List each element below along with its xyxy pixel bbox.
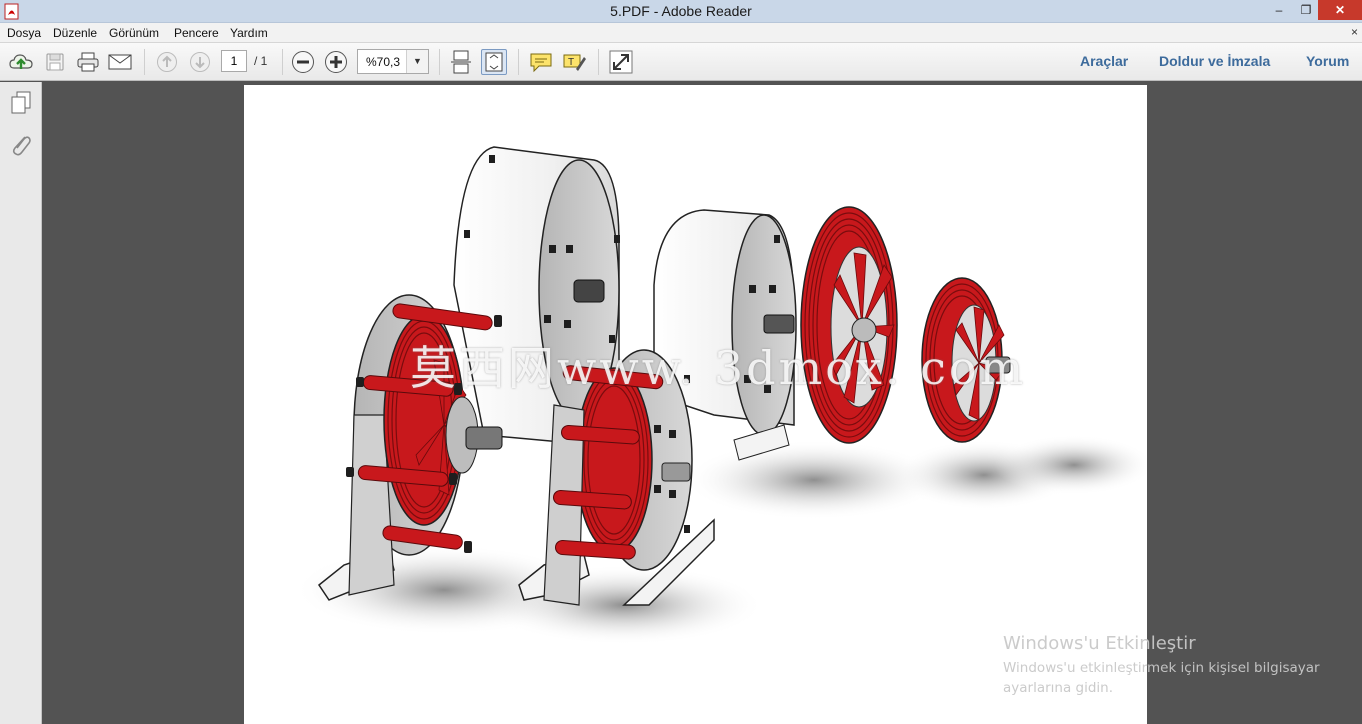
zoom-in-icon[interactable] bbox=[323, 49, 349, 75]
generator-assembly-render bbox=[294, 146, 1147, 645]
previous-page-icon[interactable] bbox=[154, 49, 180, 75]
navigation-pane bbox=[0, 82, 42, 724]
title-bar: 5.PDF - Adobe Reader ‒ ❐ ✕ bbox=[0, 0, 1362, 23]
comment-pane-link[interactable]: Yorum bbox=[1306, 53, 1349, 69]
activation-message: Windows'u etkinleştirmek için kişisel bi… bbox=[1003, 658, 1320, 698]
close-document-icon[interactable]: × bbox=[1351, 25, 1358, 39]
menu-file[interactable]: Dosya bbox=[7, 26, 41, 40]
fill-sign-pane-link[interactable]: Doldur ve İmzala bbox=[1159, 53, 1270, 69]
page-total: / 1 bbox=[254, 54, 268, 68]
zoom-value[interactable]: %70,3 bbox=[366, 55, 400, 69]
menu-window[interactable]: Pencere bbox=[174, 26, 219, 40]
tools-pane-link[interactable]: Araçlar bbox=[1080, 53, 1128, 69]
toolbar: T bbox=[0, 43, 1362, 117]
pdf-page bbox=[244, 85, 1147, 724]
attachments-icon[interactable] bbox=[8, 132, 34, 158]
email-icon[interactable] bbox=[107, 49, 133, 75]
close-button[interactable]: ✕ bbox=[1318, 0, 1362, 20]
window-title: 5.PDF - Adobe Reader bbox=[610, 3, 752, 19]
watermark-text: 莫西网www. 3dmox. com bbox=[410, 341, 1027, 395]
windows-activation-notice: Windows'u Etkinleştir Windows'u etkinleş… bbox=[1003, 633, 1320, 698]
full-screen-icon[interactable] bbox=[608, 49, 634, 75]
activation-line-2: ayarlarına gidin. bbox=[1003, 680, 1114, 696]
menu-help[interactable]: Yardım bbox=[230, 26, 268, 40]
menu-bar: Dosya Düzenle Görünüm Pencere Yardım × bbox=[0, 23, 1362, 43]
minimize-button[interactable]: ‒ bbox=[1265, 0, 1293, 20]
chevron-down-icon[interactable]: ▼ bbox=[406, 50, 428, 73]
menu-edit[interactable]: Düzenle bbox=[53, 26, 97, 40]
save-icon[interactable] bbox=[42, 49, 68, 75]
cloud-upload-icon[interactable] bbox=[8, 49, 34, 75]
svg-text:T: T bbox=[568, 57, 574, 68]
menu-view[interactable]: Görünüm bbox=[109, 26, 159, 40]
sticky-note-icon[interactable] bbox=[528, 49, 554, 75]
activation-title: Windows'u Etkinleştir bbox=[1003, 633, 1196, 654]
maximize-button[interactable]: ❐ bbox=[1292, 0, 1320, 20]
page-number-input[interactable] bbox=[221, 50, 247, 72]
page-thumbnails-icon[interactable] bbox=[8, 90, 34, 116]
next-page-icon[interactable] bbox=[187, 49, 213, 75]
zoom-out-icon[interactable] bbox=[290, 49, 316, 75]
scrolling-mode-icon[interactable] bbox=[448, 49, 474, 75]
fit-page-icon[interactable] bbox=[481, 49, 507, 75]
activation-line-1: Windows'u etkinleştirmek için kişisel bi… bbox=[1003, 660, 1320, 676]
zoom-select[interactable]: %70,3 ▼ bbox=[357, 49, 429, 74]
highlight-text-icon[interactable]: T bbox=[561, 49, 587, 75]
print-icon[interactable] bbox=[75, 49, 101, 75]
